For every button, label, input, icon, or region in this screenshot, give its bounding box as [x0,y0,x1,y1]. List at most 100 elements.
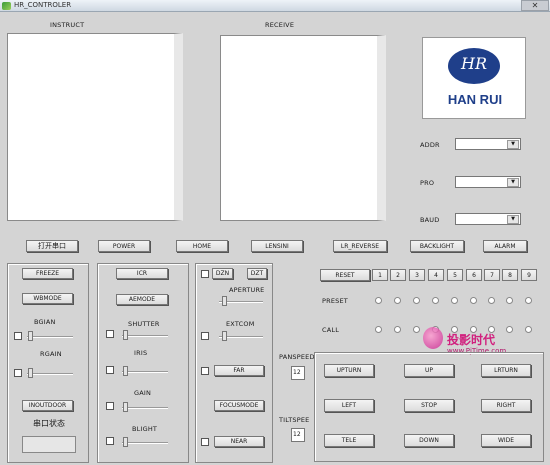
hanrui-logo: HR HAN RUI [422,37,526,119]
bgain-checkbox[interactable] [14,332,22,340]
freeze-button[interactable]: FREEZE [22,268,73,279]
call-radio[interactable] [413,326,420,333]
baud-combo[interactable]: ▼ [455,213,521,225]
window-title: HR_CONTROLER [14,1,72,9]
open-serial-button[interactable]: 打开串口 [26,240,78,252]
extcom-checkbox[interactable] [201,332,209,340]
preset-number-button[interactable]: 1 [372,269,388,281]
preset-number-button[interactable]: 2 [390,269,406,281]
preset-radio[interactable] [525,297,532,304]
panspeed-label: PANSPEED [279,353,315,361]
panspeed-spinner[interactable]: 12 [291,366,305,380]
blight-slider[interactable] [123,437,128,447]
aperture-label: APERTURE [229,286,265,294]
iris-slider[interactable] [123,366,128,376]
addr-combo[interactable]: ▼ [455,138,521,150]
far-button[interactable]: FAR [214,365,264,376]
stop-button[interactable]: STOP [404,399,454,412]
shutter-track [122,335,168,337]
shutter-slider[interactable] [123,330,128,340]
logo-monogram: HR [461,54,487,73]
wide-button[interactable]: WIDE [481,434,531,447]
right-button[interactable]: RIGHT [481,399,531,412]
instruct-textarea[interactable] [7,33,183,221]
preset-number-button[interactable]: 8 [502,269,518,281]
panspeed-value: 12 [293,369,301,376]
home-button[interactable]: HOME [176,240,228,252]
alarm-button[interactable]: ALARM [483,240,527,252]
iris-label: IRIS [134,349,148,357]
down-button[interactable]: DOWN [404,434,454,447]
lr-reverse-button[interactable]: LR_REVERSE [333,240,387,252]
preset-radio[interactable] [375,297,382,304]
preset-radio[interactable] [413,297,420,304]
blight-checkbox[interactable] [106,437,114,445]
preset-radio[interactable] [506,297,513,304]
blight-label: BLIGHT [132,425,158,433]
aemode-button[interactable]: AEMODE [116,294,168,305]
shutter-checkbox[interactable] [106,330,114,338]
left-button[interactable]: LEFT [324,399,374,412]
chevron-down-icon: ▼ [507,215,519,224]
close-button[interactable]: ✕ [521,0,549,11]
dzn-checkbox[interactable] [201,270,209,278]
focusmode-button[interactable]: FOCUSMODE [214,400,264,411]
rgain-label: RGAIN [40,350,62,358]
icr-button[interactable]: ICR [116,268,168,279]
call-radio[interactable] [394,326,401,333]
inoutdoor-button[interactable]: INOUTDOOR [22,400,73,411]
preset-number-button[interactable]: 9 [521,269,537,281]
preset-number-button[interactable]: 6 [466,269,482,281]
preset-radio[interactable] [470,297,477,304]
call-label: CALL [322,326,340,334]
power-button[interactable]: POWER [98,240,150,252]
preset-number-button[interactable]: 4 [428,269,444,281]
rgain-slider[interactable] [28,368,33,378]
preset-radio[interactable] [394,297,401,304]
reset-button[interactable]: RESET [320,269,370,281]
preset-radio[interactable] [451,297,458,304]
tiltspeed-spinner[interactable]: 12 [291,428,305,442]
up-button[interactable]: UP [404,364,454,377]
chevron-down-icon: ▼ [507,178,519,187]
gain-checkbox[interactable] [106,402,114,410]
serial-status-label: 串口状态 [33,419,65,428]
pro-combo[interactable]: ▼ [455,176,521,188]
receive-label: RECEIVE [265,21,295,29]
iris-track [122,371,168,373]
preset-number-button[interactable]: 5 [447,269,463,281]
preset-radio[interactable] [488,297,495,304]
lensini-button[interactable]: LENSINI [251,240,303,252]
gain-track [122,407,168,409]
title-bar [0,0,550,12]
preset-number-button[interactable]: 3 [409,269,425,281]
addr-label: ADDR [420,141,440,149]
exposure-group [97,263,189,463]
call-radio[interactable] [506,326,513,333]
receive-textarea[interactable] [220,35,386,221]
call-radio[interactable] [375,326,382,333]
bgain-slider[interactable] [28,331,33,341]
lrturn-button[interactable]: LRTURN [481,364,531,377]
preset-number-button[interactable]: 7 [484,269,500,281]
dzn-button[interactable]: DZN [212,268,233,279]
gain-slider[interactable] [123,402,128,412]
pro-label: PRO [420,179,435,187]
preset-label: PRESET [322,297,348,305]
aperture-slider[interactable] [222,296,227,306]
call-radio[interactable] [525,326,532,333]
near-button[interactable]: NEAR [214,436,264,447]
upturn-button[interactable]: UPTURN [324,364,374,377]
tele-button[interactable]: TELE [324,434,374,447]
iris-checkbox[interactable] [106,366,114,374]
far-checkbox[interactable] [201,367,209,375]
bgain-track [27,336,73,338]
rgain-checkbox[interactable] [14,369,22,377]
backlight-button[interactable]: BACKLIGHT [410,240,464,252]
serial-status-field [22,436,76,453]
near-checkbox[interactable] [201,438,209,446]
wbmode-button[interactable]: WBMODE [22,293,73,304]
extcom-slider[interactable] [222,331,227,341]
dzt-button[interactable]: DZT [247,268,267,279]
preset-radio[interactable] [432,297,439,304]
